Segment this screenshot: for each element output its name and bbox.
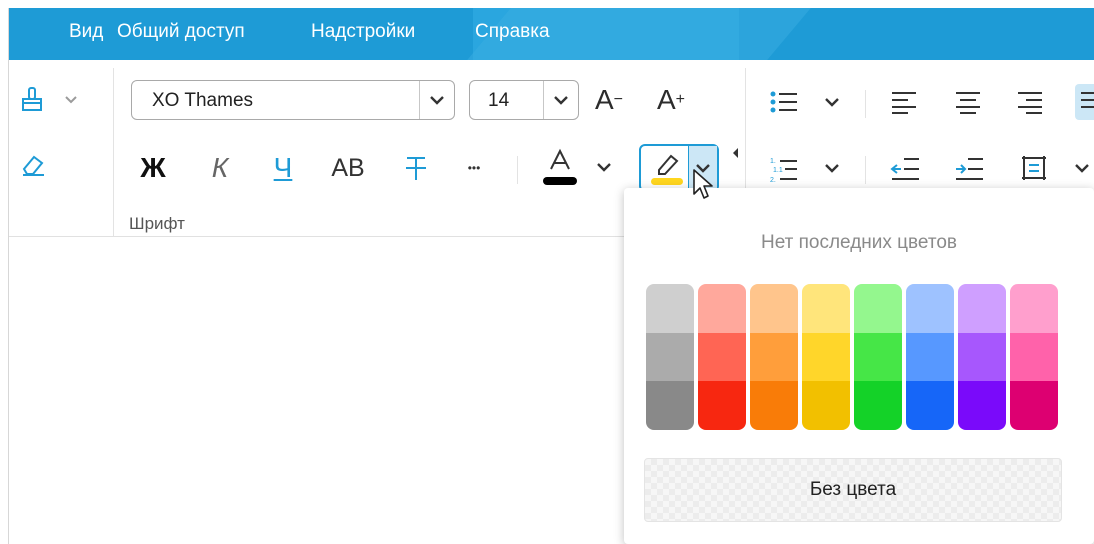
align-center-icon[interactable] — [953, 88, 983, 116]
font-name-combo[interactable]: XO Thames — [131, 80, 455, 120]
color-column — [854, 284, 902, 430]
color-swatch[interactable] — [1010, 381, 1058, 430]
color-column — [750, 284, 798, 430]
ribbon-separator — [517, 156, 518, 184]
color-swatch[interactable] — [958, 332, 1006, 382]
color-swatch[interactable] — [698, 381, 746, 430]
paragraph-spacing-chevron-icon[interactable] — [1073, 160, 1091, 176]
bold-button[interactable]: Ж — [137, 150, 169, 186]
color-column — [906, 284, 954, 430]
color-swatch[interactable] — [646, 284, 694, 333]
font-size-combo[interactable]: 14 — [469, 80, 579, 120]
color-column — [802, 284, 850, 430]
font-size-value: 14 — [488, 90, 510, 111]
increase-font-size-icon: A — [656, 84, 676, 115]
font-group-label: Шрифт — [129, 214, 185, 233]
highlighter-pen-icon — [651, 154, 683, 185]
align-justify-icon — [1081, 92, 1094, 108]
color-swatch[interactable] — [750, 284, 798, 333]
color-swatch[interactable] — [906, 381, 954, 430]
align-right-icon[interactable] — [1015, 88, 1045, 116]
more-options-button[interactable]: ••• — [459, 152, 489, 184]
increase-font-size-button[interactable]: A + — [653, 82, 689, 118]
menu-item-view[interactable]: Вид — [69, 21, 103, 43]
menu-bar: Вид Общий доступ Надстройки Справка — [9, 8, 1094, 60]
ribbon-separator — [865, 90, 866, 118]
color-swatch[interactable] — [906, 284, 954, 333]
bullet-list-icon[interactable] — [769, 88, 799, 116]
color-column — [1010, 284, 1058, 430]
increase-indent-icon[interactable] — [953, 154, 985, 184]
clear-format-eraser-icon[interactable] — [19, 150, 47, 178]
numbered-list-chevron-icon[interactable] — [823, 160, 841, 176]
chevron-down-icon[interactable] — [543, 81, 578, 119]
color-swatch[interactable] — [854, 381, 902, 430]
color-swatch[interactable] — [854, 332, 902, 382]
font-name-value: XO Thames — [152, 90, 254, 111]
format-painter-icon[interactable] — [17, 84, 47, 114]
font-color-chevron-icon[interactable] — [595, 158, 613, 176]
svg-text:1.: 1. — [770, 158, 776, 165]
color-swatch[interactable] — [646, 381, 694, 430]
format-painter-chevron-icon[interactable] — [63, 92, 79, 108]
color-swatch[interactable] — [906, 332, 954, 382]
color-swatch[interactable] — [698, 332, 746, 382]
highlight-color-dropdown: Нет последних цветов Без цвета — [624, 188, 1094, 544]
align-left-icon[interactable] — [889, 88, 919, 116]
menu-item-sharing[interactable]: Общий доступ — [117, 21, 245, 43]
ribbon-separator — [113, 68, 114, 236]
svg-text:1.1: 1.1 — [773, 167, 783, 174]
paragraph-spacing-icon[interactable] — [1019, 152, 1049, 184]
color-swatch[interactable] — [750, 332, 798, 382]
align-justify-button[interactable] — [1075, 84, 1094, 120]
color-column — [698, 284, 746, 430]
color-swatch[interactable] — [1010, 284, 1058, 333]
menu-item-help[interactable]: Справка — [475, 21, 550, 43]
color-swatch[interactable] — [854, 284, 902, 333]
underline-button[interactable]: Ч — [267, 150, 299, 186]
scroll-left-icon[interactable] — [733, 148, 738, 158]
decrease-indent-icon[interactable] — [889, 154, 921, 184]
color-column — [958, 284, 1006, 430]
decrease-font-size-icon: A — [594, 84, 614, 115]
color-column — [646, 284, 694, 430]
bullet-list-chevron-icon[interactable] — [823, 94, 841, 110]
mouse-pointer-icon — [693, 169, 713, 199]
color-swatch[interactable] — [802, 332, 850, 382]
strikethrough-icon[interactable] — [401, 150, 431, 186]
color-swatch[interactable] — [1010, 332, 1058, 382]
color-swatch[interactable] — [802, 284, 850, 333]
recent-colors-label: Нет последних цветов — [760, 232, 958, 253]
no-color-button[interactable]: Без цвета — [644, 458, 1062, 522]
color-swatch[interactable] — [958, 284, 1006, 333]
chevron-down-icon[interactable] — [419, 81, 454, 119]
italic-button[interactable]: К — [205, 150, 235, 186]
numbered-list-icon[interactable]: 1. 1.1 2. — [769, 154, 799, 186]
color-swatch[interactable] — [802, 381, 850, 430]
color-swatch[interactable] — [646, 332, 694, 382]
menu-item-addons[interactable]: Надстройки — [311, 21, 415, 43]
svg-text:2.: 2. — [770, 177, 776, 184]
font-color-icon[interactable] — [537, 144, 583, 190]
color-palette — [646, 284, 1058, 430]
color-swatch[interactable] — [698, 284, 746, 333]
color-swatch[interactable] — [750, 381, 798, 430]
all-caps-button[interactable]: АВ — [325, 150, 371, 186]
ribbon-separator — [865, 156, 866, 184]
color-swatch[interactable] — [958, 381, 1006, 430]
decrease-font-size-button[interactable]: A − — [591, 82, 627, 118]
